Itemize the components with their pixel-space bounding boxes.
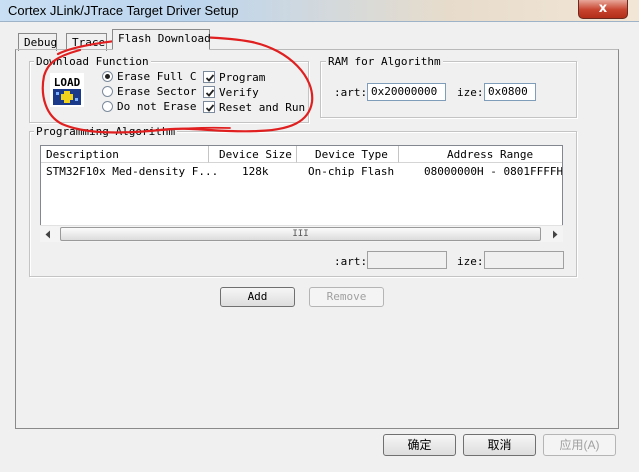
check-icon [205,89,215,97]
erase-sector-label: Erase Sector [117,85,197,98]
verify-checkbox[interactable] [203,86,215,98]
cell-device-size: 128k [242,165,269,178]
algo-size-label: ize: [457,255,484,268]
program-checkbox[interactable] [203,71,215,83]
erase-full-chip-label: Erase Full C [117,70,197,83]
verify-label: Verify [219,86,259,99]
ram-size-input[interactable]: 0x0800 [484,83,536,101]
tab-flash-download[interactable]: Flash Download [112,29,211,50]
column-device-type[interactable]: Device Type [297,146,399,163]
erase-full-chip-radio[interactable] [102,71,113,82]
download-function-legend: Download Function [34,55,151,68]
erase-sector-radio[interactable] [102,86,113,97]
cell-description: STM32F10x Med-density F... [46,165,219,178]
load-icon: LOAD [50,73,84,107]
title-bar: Cortex JLink/JTrace Target Driver Setup … [0,0,639,22]
scroll-right-arrow-icon[interactable] [551,230,559,239]
programming-algorithm-legend: Programming Algorithm [34,125,178,138]
ram-start-label: :art: [334,86,368,99]
algo-size-input[interactable] [484,251,564,269]
window-title: Cortex JLink/JTrace Target Driver Setup [8,3,239,18]
program-label: Program [219,71,266,84]
do-not-erase-radio[interactable] [102,101,113,112]
column-description[interactable]: Description [41,146,209,163]
scroll-thumb[interactable]: III [60,227,541,241]
reset-and-run-checkbox[interactable] [203,101,215,113]
check-icon [205,74,215,82]
scroll-left-arrow-icon[interactable] [44,230,52,239]
algo-start-input[interactable] [367,251,447,269]
apply-button[interactable]: 应用(A) [543,434,616,456]
cancel-button[interactable]: 取消 [463,434,536,456]
horizontal-scrollbar[interactable]: III [40,225,563,242]
ram-for-algorithm-legend: RAM for Algorithm [326,55,443,68]
ram-size-label: ize: [457,86,484,99]
close-button[interactable]: x [578,0,628,19]
remove-button[interactable]: Remove [309,287,384,307]
check-icon [205,104,215,112]
reset-and-run-label: Reset and Run [219,101,306,114]
ok-button[interactable]: 确定 [383,434,456,456]
cell-device-type: On-chip Flash [308,165,395,178]
algo-start-label: :art: [334,255,368,268]
load-icon-label: LOAD [54,76,81,89]
cell-address-range: 08000000H - 0801FFFFH [424,165,563,178]
column-address-range[interactable]: Address Range [399,146,562,163]
column-device-size[interactable]: Device Size [209,146,297,163]
do-not-erase-label: Do not Erase [117,100,197,113]
ram-start-input[interactable]: 0x20000000 [367,83,446,101]
add-button[interactable]: Add [220,287,295,307]
